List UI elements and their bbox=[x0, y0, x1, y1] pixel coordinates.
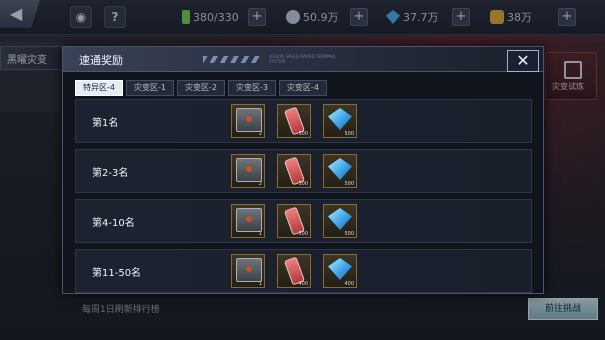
chest-icon bbox=[236, 158, 262, 182]
diamond-icon bbox=[328, 108, 352, 130]
reward-diamond[interactable]: 500 bbox=[323, 154, 357, 188]
reward-row: 第4-10名 1 500 500 bbox=[75, 199, 532, 243]
reward-chest[interactable]: 1 bbox=[231, 204, 265, 238]
rank-label: 第4-10名 bbox=[92, 218, 135, 229]
reward-items: 2 500 500 bbox=[231, 154, 357, 188]
chest-icon bbox=[236, 208, 262, 232]
reward-list: 第1名 2 500 500 第2-3名 2 500 500 第4-10名 1 5… bbox=[75, 99, 532, 299]
diamond-icon bbox=[328, 208, 352, 230]
reward-chest[interactable]: 1 bbox=[231, 254, 265, 288]
chest-icon bbox=[236, 258, 262, 282]
header-small-text: LEGION SPEED AWARD TERMINAL SYSTEM bbox=[269, 54, 337, 64]
reward-diamond[interactable]: 400 bbox=[323, 254, 357, 288]
chest-icon bbox=[236, 108, 262, 132]
tab-zone-disaster-1[interactable]: 灾变区-1 bbox=[125, 80, 174, 96]
rank-label: 第1名 bbox=[92, 118, 119, 129]
modal-title: 速通奖励 bbox=[79, 54, 123, 67]
reward-row: 第2-3名 2 500 500 bbox=[75, 149, 532, 193]
item-qty: 500 bbox=[298, 231, 308, 237]
reward-items: 1 500 500 bbox=[231, 204, 357, 238]
item-qty: 500 bbox=[298, 181, 308, 187]
reward-row: 第1名 2 500 500 bbox=[75, 99, 532, 143]
item-qty: 500 bbox=[344, 231, 354, 237]
rank-label: 第2-3名 bbox=[92, 168, 129, 179]
item-qty: 2 bbox=[258, 131, 262, 137]
close-button[interactable]: ✕ bbox=[507, 50, 539, 72]
zone-tabs: 特异区-4 灾变区-1 灾变区-2 灾变区-3 灾变区-4 bbox=[75, 80, 327, 96]
diamond-icon bbox=[328, 258, 352, 280]
diamond-icon bbox=[328, 158, 352, 180]
item-qty: 1 bbox=[258, 281, 262, 287]
reward-items: 1 400 400 bbox=[231, 254, 357, 288]
reward-diamond[interactable]: 500 bbox=[323, 204, 357, 238]
reward-items: 2 500 500 bbox=[231, 104, 357, 138]
reward-diamond[interactable]: 500 bbox=[323, 104, 357, 138]
modal-header: 速通奖励 LEGION SPEED AWARD TERMINAL SYSTEM … bbox=[63, 47, 543, 72]
item-qty: 1 bbox=[258, 231, 262, 237]
item-qty: 400 bbox=[298, 281, 308, 287]
reward-battery[interactable]: 500 bbox=[277, 204, 311, 238]
reward-battery[interactable]: 500 bbox=[277, 154, 311, 188]
tab-zone-disaster-2[interactable]: 灾变区-2 bbox=[176, 80, 225, 96]
item-qty: 2 bbox=[258, 181, 262, 187]
header-stripes-decoration bbox=[203, 56, 261, 63]
item-qty: 400 bbox=[344, 281, 354, 287]
reward-chest[interactable]: 2 bbox=[231, 154, 265, 188]
tab-zone-disaster-4[interactable]: 灾变区-4 bbox=[278, 80, 327, 96]
item-qty: 500 bbox=[298, 131, 308, 137]
tab-zone-disaster-3[interactable]: 灾变区-3 bbox=[227, 80, 276, 96]
reward-battery[interactable]: 400 bbox=[277, 254, 311, 288]
reward-chest[interactable]: 2 bbox=[231, 104, 265, 138]
tab-zone-special-4[interactable]: 特异区-4 bbox=[75, 80, 123, 96]
item-qty: 500 bbox=[344, 181, 354, 187]
reward-modal: 速通奖励 LEGION SPEED AWARD TERMINAL SYSTEM … bbox=[62, 46, 544, 294]
rank-label: 第11-50名 bbox=[92, 268, 142, 279]
reward-row: 第11-50名 1 400 400 bbox=[75, 249, 532, 293]
reward-battery[interactable]: 500 bbox=[277, 104, 311, 138]
item-qty: 500 bbox=[344, 131, 354, 137]
close-icon: ✕ bbox=[516, 51, 530, 70]
